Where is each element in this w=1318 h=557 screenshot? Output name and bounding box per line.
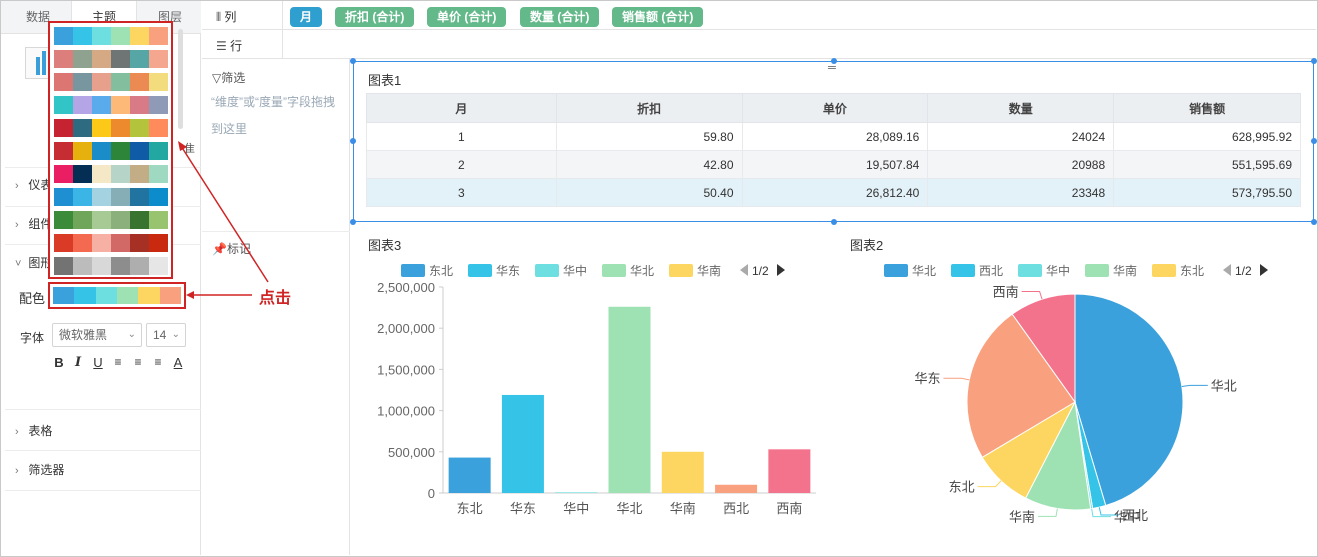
x-tick-label: 华东 (510, 501, 536, 516)
legend-swatch (1152, 264, 1176, 277)
x-tick-label: 华南 (670, 501, 696, 516)
legend-swatch (602, 264, 626, 277)
legend-label: 东北 (429, 264, 453, 278)
chart-overlay: 东北 华东 华中 华北 华南 1/22,500,0002,000,0001,500,000… (178, 141, 1268, 525)
legend-swatch (468, 264, 492, 277)
arrow-head-icon (178, 141, 187, 151)
legend-swatch (884, 264, 908, 277)
legend-label: 西北 (979, 264, 1003, 278)
legend-swatch (1018, 264, 1042, 277)
pie-label-line (943, 377, 970, 381)
y-tick-label: 0 (428, 486, 435, 501)
legend-label: 华南 (1113, 263, 1137, 278)
legend-swatch (951, 264, 975, 277)
bar (608, 306, 651, 493)
bar (661, 451, 704, 493)
pie-label: 华东 (914, 371, 940, 386)
pie-label: 华南 (1009, 509, 1035, 524)
legend-swatch (535, 264, 559, 277)
legend-label: 华北 (912, 264, 936, 278)
bar (555, 492, 598, 493)
legend-label: 华东 (496, 264, 520, 278)
legend-label: 华中 (563, 263, 587, 278)
bar (501, 394, 544, 493)
y-tick-label: 2,500,000 (377, 280, 435, 295)
pie-label-line (1021, 291, 1043, 300)
legend-label: 东北 (1180, 264, 1204, 278)
pie-label-line (977, 480, 1002, 488)
legend-label: 华中 (1046, 263, 1070, 278)
y-tick-label: 1,500,000 (377, 362, 435, 377)
pie-label: 西南 (993, 285, 1019, 300)
pie-label: 华中 (1114, 510, 1140, 525)
legend-next-icon (1260, 264, 1268, 276)
bar (715, 484, 758, 493)
x-tick-label: 华北 (616, 501, 642, 516)
x-tick-label: 东北 (457, 501, 483, 516)
legend-label: 华南 (697, 263, 721, 278)
x-tick-label: 华中 (563, 501, 589, 516)
y-tick-label: 500,000 (388, 445, 435, 460)
legend-prev-icon (740, 264, 748, 276)
pie-label-line (1181, 384, 1208, 387)
pie-label: 华北 (1211, 378, 1237, 393)
legend-label: 华北 (630, 264, 654, 278)
x-tick-label: 西北 (723, 501, 749, 516)
annotation-arrow-line (180, 145, 269, 283)
y-tick-label: 1,000,000 (377, 404, 435, 419)
y-tick-label: 2,000,000 (377, 321, 435, 336)
legend-page: 1/2 (1235, 264, 1252, 278)
bar (448, 457, 491, 493)
pie-label-line (1038, 508, 1058, 517)
legend-next-icon (777, 264, 785, 276)
pie-label: 东北 (949, 480, 975, 495)
legend-prev-icon (1223, 264, 1231, 276)
x-tick-label: 西南 (776, 501, 802, 516)
arrow-head-icon (186, 291, 194, 299)
bar (768, 449, 811, 493)
legend-swatch (1085, 264, 1109, 277)
legend-swatch (401, 264, 425, 277)
legend-swatch (669, 264, 693, 277)
legend-page: 1/2 (752, 264, 769, 278)
